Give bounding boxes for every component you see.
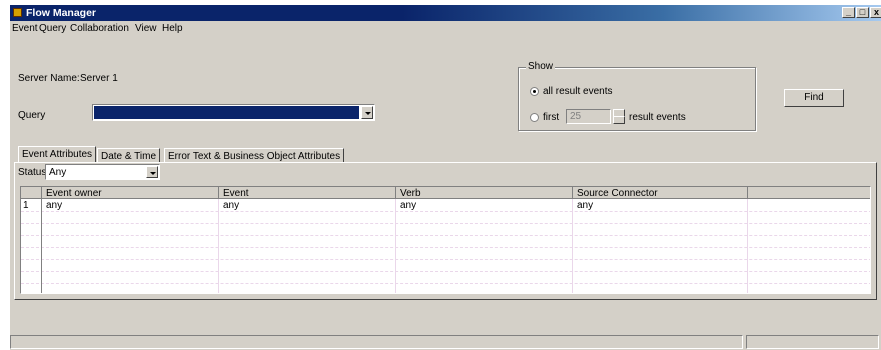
all-result-events-radio[interactable] [530, 87, 539, 96]
column-header-event-owner[interactable]: Event owner [42, 187, 219, 199]
grid-row-divider [21, 259, 870, 260]
maximize-button[interactable]: □ [856, 7, 869, 18]
status-combobox[interactable]: Any [45, 164, 160, 180]
menu-view[interactable]: View [135, 23, 157, 34]
grid-column-divider [572, 211, 573, 293]
app-icon [13, 8, 22, 17]
title-bar[interactable]: Flow Manager _ □ x [10, 5, 881, 21]
show-group-label: Show [526, 61, 556, 72]
menu-collaboration[interactable]: Collaboration [70, 23, 129, 34]
query-label: Query [18, 110, 46, 121]
menu-bar: Event Query Collaboration View Help [10, 21, 881, 36]
first-count-input[interactable]: 25 [566, 109, 611, 124]
server-name-label: Server Name: [18, 73, 80, 84]
cell-extra[interactable] [748, 199, 870, 211]
column-header-verb[interactable]: Verb [396, 187, 573, 199]
window-title: Flow Manager [26, 7, 97, 19]
menu-event[interactable]: Event [12, 23, 38, 34]
first-result-events-radio[interactable] [530, 113, 539, 122]
grid-row-divider [21, 283, 870, 284]
flow-manager-window: Flow Manager _ □ x Event Query Collabora… [10, 5, 881, 350]
first-label: first [543, 112, 560, 123]
grid-column-divider [218, 211, 219, 293]
tab-date-time[interactable]: Date & Time [97, 148, 161, 163]
query-selection [94, 106, 359, 119]
query-combobox[interactable] [92, 104, 375, 121]
column-header-event[interactable]: Event [219, 187, 396, 199]
menu-help[interactable]: Help [162, 23, 183, 34]
grid-corner [21, 187, 42, 199]
spin-down-icon[interactable] [613, 116, 625, 124]
cell-event-owner[interactable]: any [42, 199, 219, 211]
menu-query[interactable]: Query [39, 23, 66, 34]
grid-row-divider [21, 247, 870, 248]
query-dropdown-arrow-icon[interactable] [361, 106, 373, 119]
tab-event-attributes[interactable]: Event Attributes [18, 146, 97, 163]
grid-row-divider [21, 235, 870, 236]
grid-row-divider [21, 271, 870, 272]
grid-column-divider [395, 211, 396, 293]
column-header-extra[interactable] [748, 187, 870, 199]
find-button[interactable]: Find [784, 89, 844, 107]
row-number: 1 [21, 199, 42, 211]
grid-column-divider [747, 211, 748, 293]
status-bar-main [10, 335, 743, 349]
server-name-value: Server 1 [80, 73, 118, 84]
cell-source-connector[interactable]: any [573, 199, 748, 211]
all-result-events-label: all result events [543, 86, 613, 97]
minimize-button[interactable]: _ [842, 7, 855, 18]
event-grid[interactable]: Event owner Event Verb Source Connector … [20, 186, 871, 294]
tab-error-text-bo-attributes[interactable]: Error Text & Business Object Attributes [164, 148, 345, 163]
result-events-label: result events [629, 112, 686, 123]
status-dropdown-arrow-icon[interactable] [146, 166, 158, 178]
cell-event[interactable]: any [219, 199, 396, 211]
row-header-border [41, 211, 42, 293]
status-bar-secondary [746, 335, 879, 349]
close-button[interactable]: x [870, 7, 881, 18]
grid-row-divider [21, 211, 870, 212]
cell-verb[interactable]: any [396, 199, 573, 211]
column-header-source-connector[interactable]: Source Connector [573, 187, 748, 199]
grid-row-divider [21, 223, 870, 224]
